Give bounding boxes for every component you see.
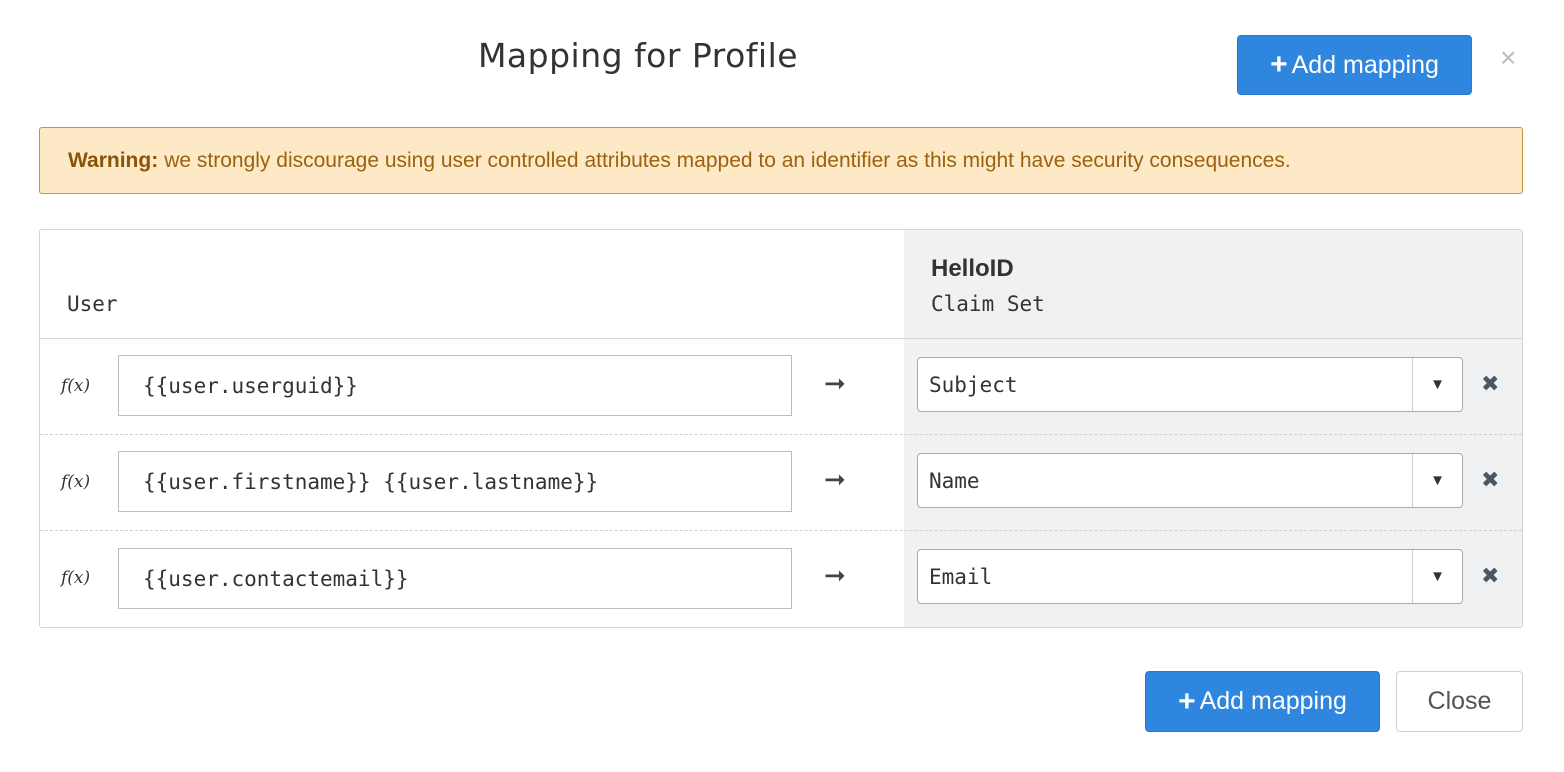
warning-label: Warning:	[68, 148, 159, 172]
remove-icon[interactable]: ✖	[1481, 467, 1499, 493]
caret-down-icon: ▼	[1412, 454, 1462, 507]
row-divider	[40, 530, 1522, 531]
expression-input[interactable]	[118, 451, 792, 512]
claim-select-value: Email	[929, 564, 993, 589]
plus-icon: +	[1178, 684, 1196, 718]
claim-select[interactable]: Subject ▼	[917, 357, 1463, 412]
add-mapping-label: Add mapping	[1199, 687, 1347, 715]
close-button[interactable]: Close	[1396, 671, 1523, 732]
arrow-right-icon: ➞	[824, 464, 846, 494]
plus-icon: +	[1270, 48, 1288, 81]
add-mapping-label: Add mapping	[1291, 50, 1439, 79]
warning-alert: Warning: we strongly discourage using us…	[39, 127, 1523, 194]
mapping-table: User HelloID Claim Set f(x) ➞ Subject ▼ …	[39, 229, 1523, 628]
remove-icon[interactable]: ✖	[1481, 371, 1499, 397]
add-mapping-button-top[interactable]: + Add mapping	[1237, 35, 1472, 95]
expression-input[interactable]	[118, 548, 792, 609]
row-divider	[40, 434, 1522, 435]
target-system-name: HelloID	[931, 255, 1014, 282]
function-icon: f(x)	[61, 472, 91, 492]
claim-select-value: Subject	[929, 372, 1018, 397]
arrow-right-icon: ➞	[824, 368, 846, 398]
source-column-header: User	[67, 292, 118, 316]
caret-down-icon: ▼	[1412, 358, 1462, 411]
claim-select[interactable]: Email ▼	[917, 549, 1463, 604]
target-claim-set: Claim Set	[931, 292, 1045, 316]
caret-down-icon: ▼	[1412, 550, 1462, 603]
function-icon: f(x)	[61, 568, 91, 588]
function-icon: f(x)	[61, 376, 91, 396]
warning-text: we strongly discourage using user contro…	[164, 148, 1291, 172]
close-icon[interactable]: ×	[1500, 42, 1516, 74]
header-divider	[40, 338, 1522, 339]
claim-select-value: Name	[929, 468, 980, 493]
arrow-right-icon: ➞	[824, 560, 846, 590]
add-mapping-button-bottom[interactable]: + Add mapping	[1145, 671, 1380, 732]
modal-title: Mapping for Profile	[477, 36, 799, 75]
claim-select[interactable]: Name ▼	[917, 453, 1463, 508]
remove-icon[interactable]: ✖	[1481, 563, 1499, 589]
expression-input[interactable]	[118, 355, 792, 416]
